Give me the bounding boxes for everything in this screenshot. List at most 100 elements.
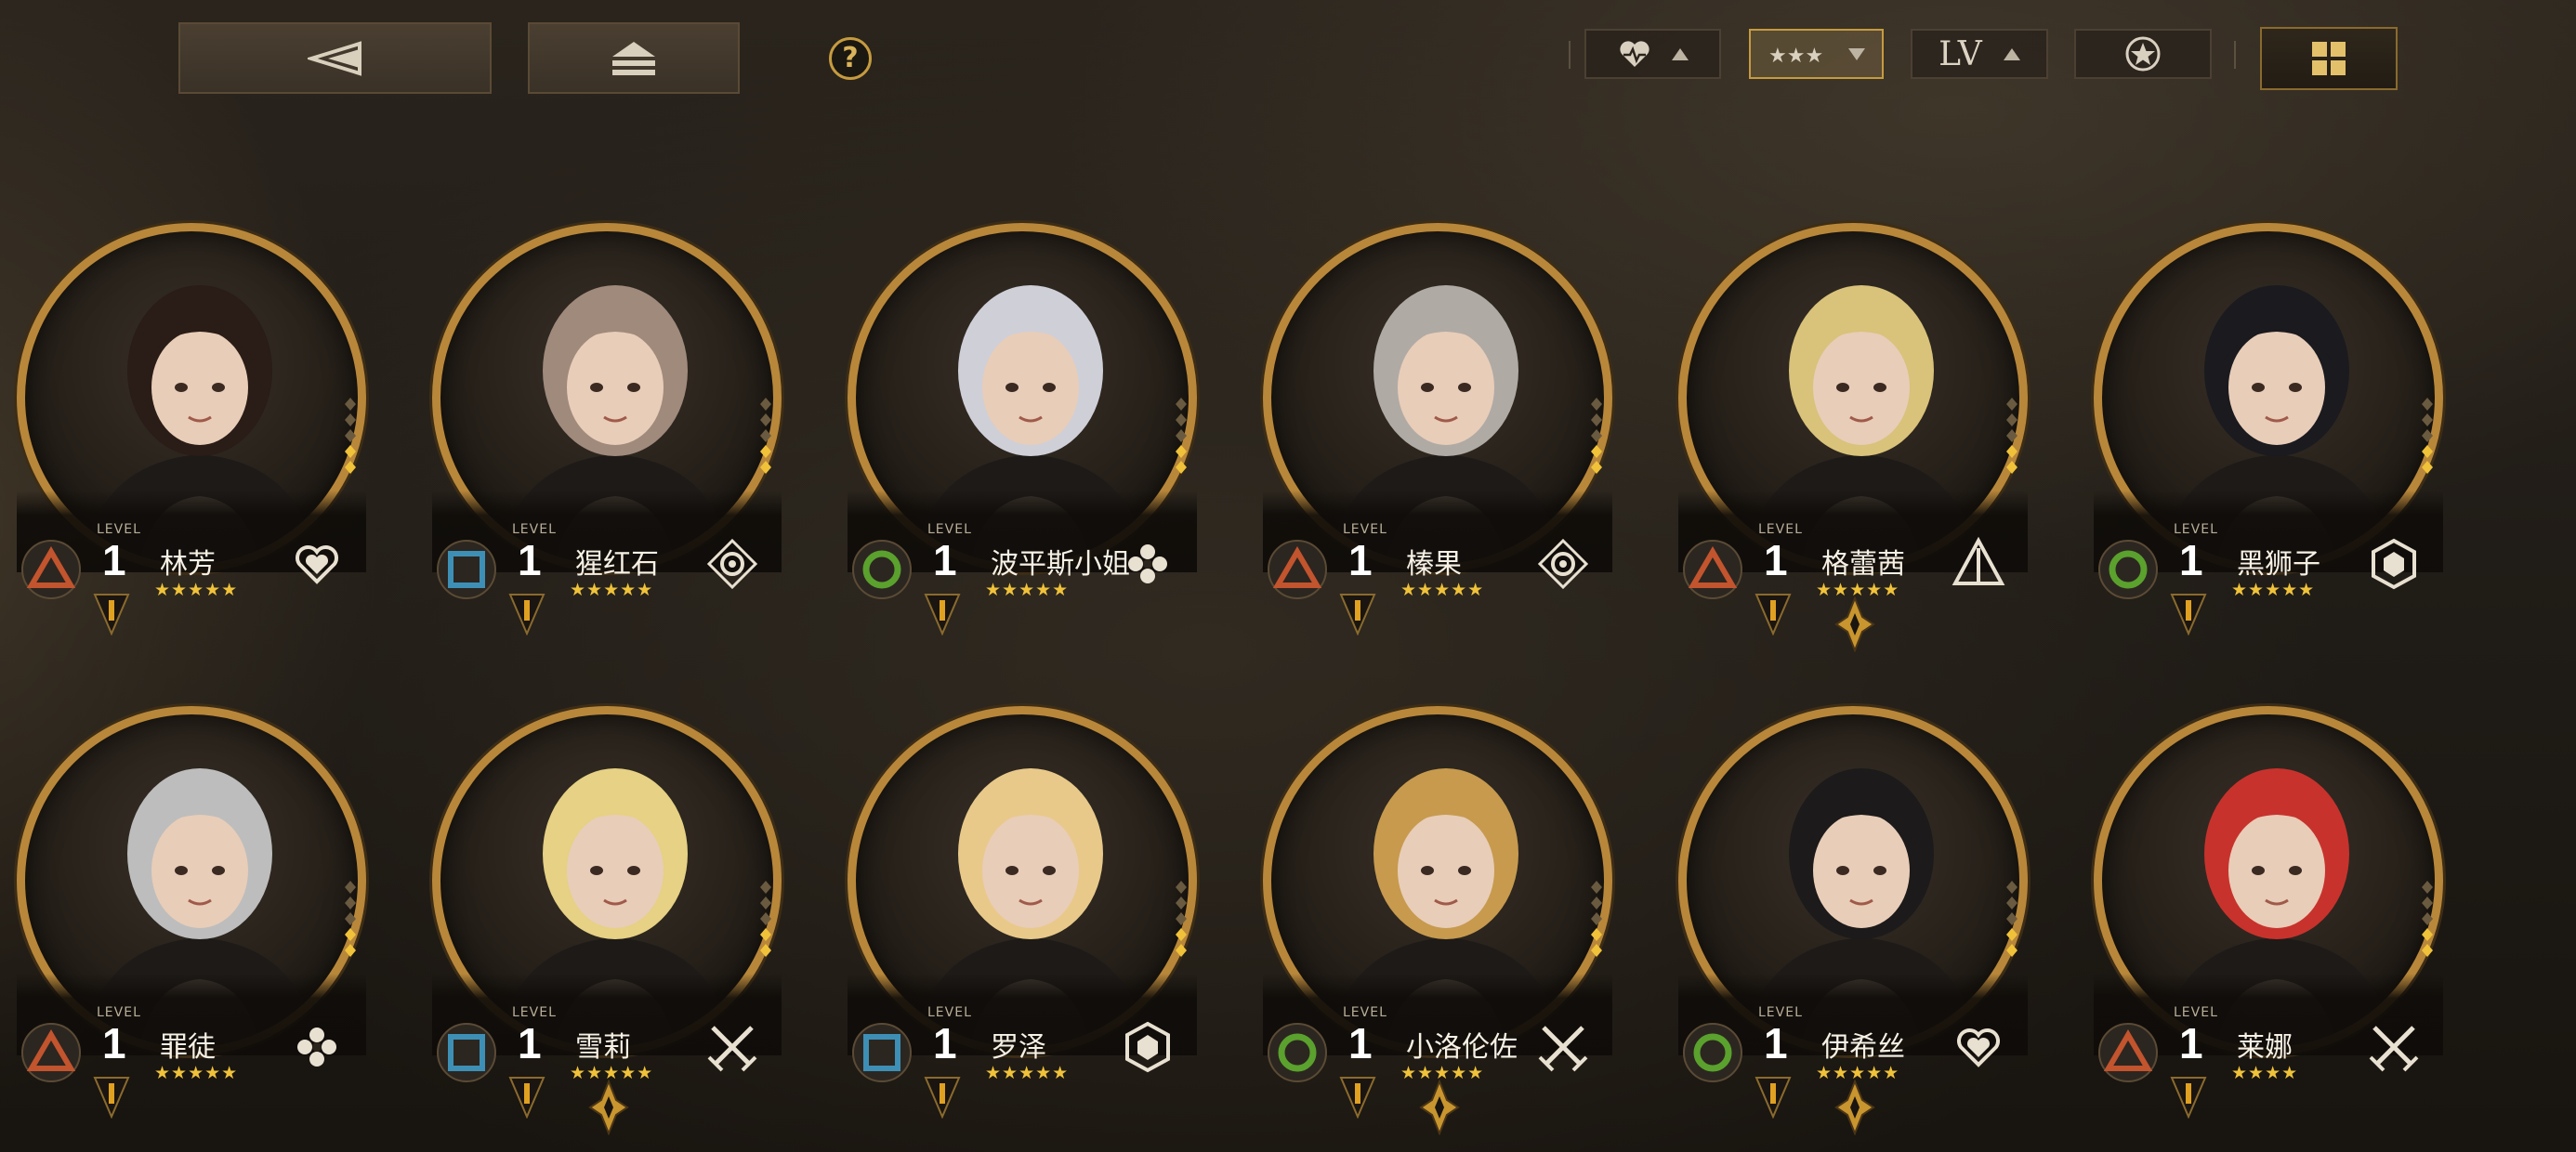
rank-badge-icon: I <box>924 593 961 636</box>
character-name: 莱娜 <box>2237 1031 2293 1064</box>
character-card[interactable]: LEVEL1I黑狮子★★★★★ <box>2077 177 2486 636</box>
character-card[interactable]: LEVEL1I罗泽★★★★★ <box>831 660 1240 1119</box>
character-card[interactable]: LEVEL1I林芳★★★★★ <box>0 177 409 636</box>
separator <box>2234 41 2236 69</box>
character-card[interactable]: LEVEL1I雪莉★★★★★ <box>415 660 824 1136</box>
sort-rarity-button[interactable]: ★★★ <box>1749 29 1884 79</box>
rank-pips-icon <box>2412 879 2443 962</box>
character-name: 猩红石 <box>575 548 659 581</box>
rank-pips-icon <box>335 396 366 479</box>
level-value: 1 <box>1348 1019 1373 1067</box>
rank-pips-icon <box>1996 396 2028 479</box>
character-name: 伊希丝 <box>1821 1031 1905 1064</box>
sort-asc-icon <box>1671 47 1689 60</box>
awaken-diamond-icon <box>1419 1079 1460 1136</box>
star-rating: ★★★★★ <box>985 1063 1070 1083</box>
flower-role-icon <box>286 1016 348 1078</box>
rank-badge-icon: I <box>2170 593 2207 636</box>
eject-button[interactable] <box>528 22 740 94</box>
sort-level-button[interactable]: LV <box>1911 29 2048 79</box>
triangle-element-icon <box>2097 1022 2159 1083</box>
rank-badge-icon: I <box>93 593 130 636</box>
swords-role-icon <box>702 1016 763 1078</box>
grid-view-icon <box>2312 42 2346 75</box>
awaken-diamond-icon <box>1834 1079 1875 1136</box>
hex-role-icon <box>1117 1016 1178 1078</box>
character-name: 罪徒 <box>160 1031 216 1064</box>
level-value: 1 <box>102 536 126 584</box>
star-rating: ★★★★ <box>2231 1063 2299 1083</box>
character-card[interactable]: LEVEL1I波平斯小姐★★★★★ <box>831 177 1240 636</box>
level-value: 1 <box>102 1019 126 1067</box>
level-sort-label: LV <box>1939 34 1983 73</box>
star-rating: ★★★★★ <box>154 580 239 600</box>
character-name: 榛果 <box>1406 548 1462 581</box>
character-card[interactable]: LEVEL1I莱娜★★★★ <box>2077 660 2486 1119</box>
rank-badge-icon: I <box>508 1076 545 1119</box>
swords-role-icon <box>2363 1016 2425 1078</box>
grid-view-button[interactable] <box>2260 27 2398 90</box>
star-rating: ★★★★★ <box>154 1063 239 1083</box>
rank-pips-icon <box>2412 396 2443 479</box>
help-button[interactable]: ? <box>829 37 872 80</box>
circle-element-icon <box>1267 1022 1328 1083</box>
rank-pips-icon <box>750 879 782 962</box>
rank-pips-icon <box>1996 879 2028 962</box>
target-role-icon <box>1532 533 1594 595</box>
rank-badge-icon: I <box>1755 593 1792 636</box>
character-card[interactable]: LEVEL1I猩红石★★★★★ <box>415 177 824 636</box>
tent-role-icon <box>1948 533 2009 595</box>
rank-badge-icon: I <box>1339 593 1376 636</box>
circle-element-icon <box>1682 1022 1743 1083</box>
heart-role-icon <box>286 533 348 595</box>
svg-text:★★★: ★★★ <box>1768 45 1823 68</box>
rank-badge-icon: I <box>2170 1076 2207 1119</box>
rank-badge-icon: I <box>508 593 545 636</box>
rank-pips-icon <box>1165 879 1197 962</box>
character-card[interactable]: LEVEL1I罪徒★★★★★ <box>0 660 409 1119</box>
heart-icon <box>1619 41 1649 67</box>
level-value: 1 <box>933 1019 957 1067</box>
character-card[interactable]: LEVEL1I格蕾茜★★★★★ <box>1662 177 2070 653</box>
hex-role-icon <box>2363 533 2425 595</box>
rank-pips-icon <box>1581 879 1612 962</box>
star-rating: ★★★★★ <box>1400 580 1485 600</box>
filter-star-button[interactable] <box>2074 29 2212 79</box>
character-name: 格蕾茜 <box>1821 548 1905 581</box>
character-name: 黑狮子 <box>2237 548 2320 581</box>
back-triangle-icon <box>307 40 361 76</box>
awaken-diamond-icon <box>588 1079 629 1136</box>
square-element-icon <box>436 539 497 600</box>
level-value: 1 <box>1764 536 1788 584</box>
triangle-element-icon <box>1267 539 1328 600</box>
circle-element-icon <box>2097 539 2159 600</box>
rank-badge-icon: I <box>1339 1076 1376 1119</box>
rank-pips-icon <box>1165 396 1197 479</box>
character-name: 罗泽 <box>991 1031 1046 1064</box>
triangle-element-icon <box>20 1022 82 1083</box>
circle-element-icon <box>851 539 913 600</box>
star-badge-icon <box>2125 36 2161 72</box>
character-name: 雪莉 <box>575 1031 631 1064</box>
triangle-element-icon <box>1682 539 1743 600</box>
triangle-element-icon <box>20 539 82 600</box>
awaken-diamond-icon <box>1834 596 1875 653</box>
square-element-icon <box>436 1022 497 1083</box>
target-role-icon <box>702 533 763 595</box>
rank-pips-icon <box>750 396 782 479</box>
separator <box>1569 41 1571 69</box>
character-card[interactable]: LEVEL1I榛果★★★★★ <box>1246 177 1655 636</box>
flower-role-icon <box>1117 533 1178 595</box>
rank-pips-icon <box>1581 396 1612 479</box>
square-element-icon <box>851 1022 913 1083</box>
level-value: 1 <box>1348 536 1373 584</box>
level-value: 1 <box>518 536 542 584</box>
sort-affection-button[interactable] <box>1584 29 1721 79</box>
level-value: 1 <box>518 1019 542 1067</box>
character-card[interactable]: LEVEL1I小洛伦佐★★★★★ <box>1246 660 1655 1136</box>
star-rating: ★★★★★ <box>2231 580 2316 600</box>
swords-role-icon <box>1532 1016 1594 1078</box>
back-button[interactable] <box>178 22 492 94</box>
heart-role-icon <box>1948 1016 2009 1078</box>
character-card[interactable]: LEVEL1I伊希丝★★★★★ <box>1662 660 2070 1136</box>
